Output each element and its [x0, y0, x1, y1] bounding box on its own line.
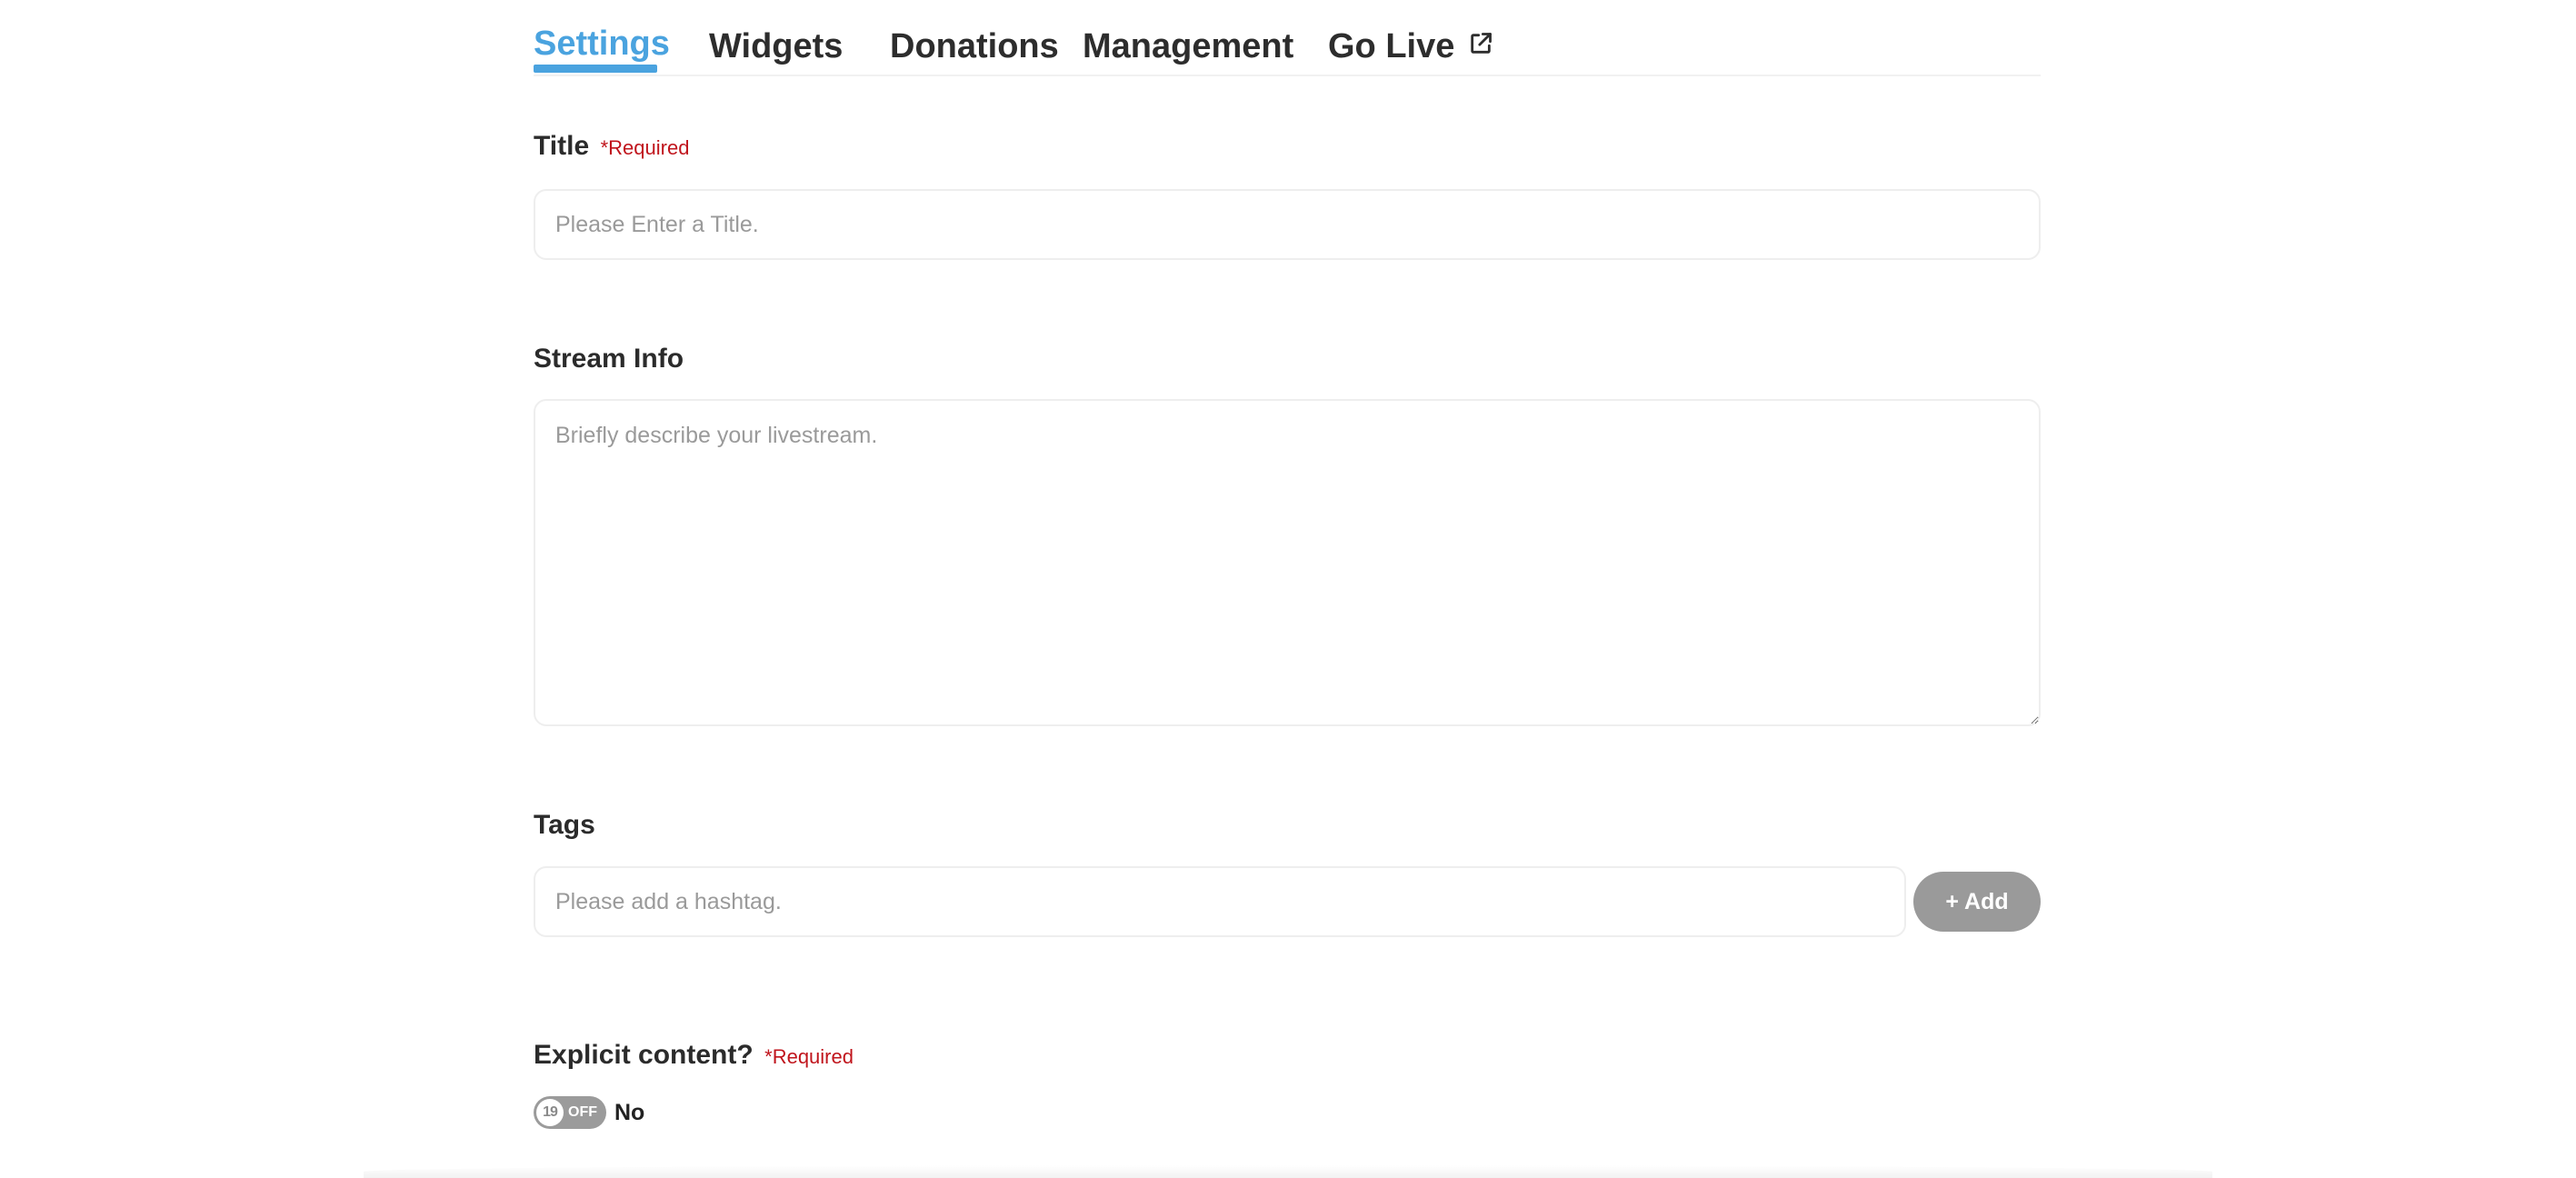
tab-label: Donations [890, 27, 1059, 65]
required-marker: *Required [764, 1045, 854, 1068]
stream-info-textarea[interactable] [534, 399, 2041, 726]
explicit-label-row: Explicit content? *Required [534, 1040, 854, 1071]
tab-label: Widgets [709, 27, 844, 65]
tab-label: Settings [534, 25, 670, 63]
tags-label: Tags [534, 810, 595, 840]
tab-management[interactable]: Management [1083, 24, 1293, 69]
title-label-row: Title *Required [534, 131, 689, 162]
required-marker: *Required [600, 136, 690, 159]
tab-bar: Settings Widgets Donations Management Go… [534, 0, 2041, 76]
stream-info-label-row: Stream Info [534, 344, 684, 374]
explicit-content-toggle[interactable]: 19 OFF [534, 1096, 606, 1129]
title-input[interactable] [534, 189, 2041, 260]
stream-info-label: Stream Info [534, 344, 684, 374]
tab-go-live[interactable]: Go Live [1328, 24, 1493, 69]
toggle-state-text: OFF [568, 1104, 597, 1120]
tab-label: Go Live [1328, 27, 1455, 65]
tags-label-row: Tags [534, 810, 595, 841]
footer-shadow [364, 1165, 2212, 1178]
age-19-icon: 19 [536, 1099, 564, 1126]
tab-label: Management [1083, 27, 1294, 65]
settings-page: Settings Widgets Donations Management Go… [534, 0, 2041, 1129]
tab-widgets[interactable]: Widgets [709, 24, 843, 69]
explicit-content-label: Explicit content? [534, 1040, 754, 1070]
tab-settings[interactable]: Settings [534, 21, 670, 66]
tab-donations[interactable]: Donations [890, 24, 1059, 69]
explicit-content-value: No [614, 1100, 645, 1125]
title-label: Title [534, 131, 590, 161]
add-tag-button[interactable]: + Add [1913, 872, 2041, 932]
hashtag-input[interactable] [534, 866, 1906, 937]
external-link-icon [1468, 23, 1493, 68]
active-tab-indicator [534, 65, 657, 73]
